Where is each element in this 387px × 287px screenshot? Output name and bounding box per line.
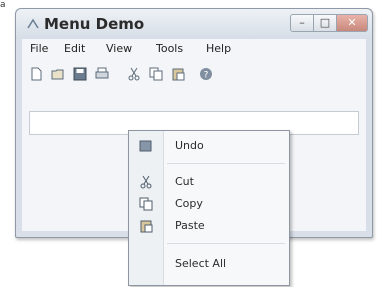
context-item-copy[interactable]: Copy [129,193,289,215]
context-item-label: Cut [175,175,194,188]
new-icon[interactable] [28,66,44,82]
context-menu: Undo Cut Copy Paste Select All [128,130,290,286]
menu-view[interactable]: View [106,42,132,55]
context-item-label: Select All [175,257,227,270]
toolbar: ? [22,61,366,87]
paste-icon[interactable] [170,66,186,82]
maximize-button[interactable]: □ [313,14,337,32]
print-icon[interactable] [94,66,110,82]
context-item-select-all[interactable]: Select All [129,253,289,275]
menu-edit[interactable]: Edit [64,42,85,55]
context-item-paste[interactable]: Paste [129,215,289,237]
app-icon [27,18,39,29]
separator [167,243,285,244]
separator [167,163,285,164]
open-icon[interactable] [50,66,66,82]
copy-icon[interactable] [148,66,164,82]
context-item-label: Paste [175,219,205,232]
context-item-label: Undo [175,139,204,152]
title-bar[interactable]: Menu Demo – □ ✕ [16,9,372,39]
save-icon[interactable] [72,66,88,82]
context-item-undo[interactable]: Undo [129,135,289,157]
menu-bar: File Edit View Tools Help [22,39,366,59]
svg-text:?: ? [204,71,209,81]
copy-icon [139,197,153,211]
menu-tools[interactable]: Tools [156,42,183,55]
context-item-cut[interactable]: Cut [129,171,289,193]
cut-icon[interactable] [126,66,142,82]
undo-icon [139,140,152,152]
menu-help[interactable]: Help [206,42,231,55]
paste-icon [140,220,153,233]
context-item-label: Copy [175,197,203,210]
close-button[interactable]: ✕ [336,14,368,32]
window-title: Menu Demo [44,15,145,33]
cut-icon [140,175,152,189]
figure-label: a [0,0,6,10]
menu-file[interactable]: File [30,42,48,55]
help-icon[interactable]: ? [198,66,214,82]
minimize-button[interactable]: – [290,14,314,32]
